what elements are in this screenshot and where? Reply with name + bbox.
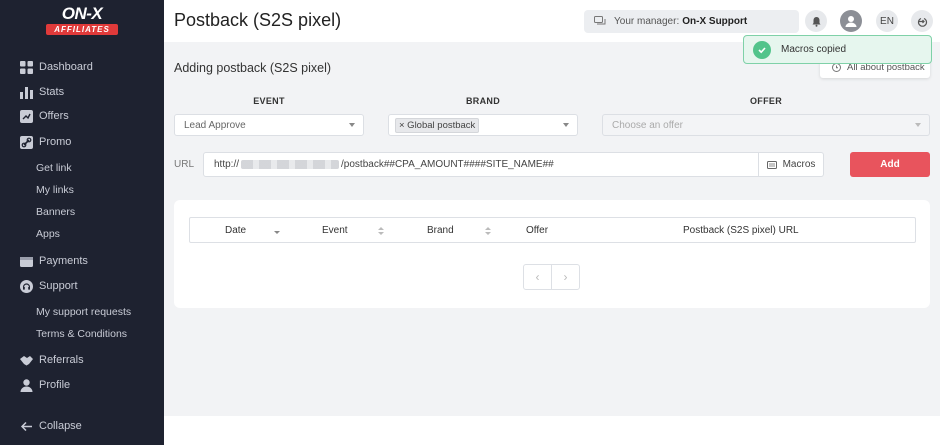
sidebar-subitem-my-links[interactable]: My links — [0, 183, 164, 196]
chevron-down-icon — [563, 123, 569, 127]
sidebar-item-label: Apps — [36, 227, 60, 240]
sidebar-item-label: Banners — [36, 205, 76, 218]
chevron-down-icon — [915, 123, 921, 127]
keyboard-icon — [766, 160, 777, 169]
sidebar-subitem-my-support-requests[interactable]: My support requests — [0, 305, 164, 318]
sidebar-item-label: Get link — [36, 161, 72, 174]
sidebar: ON-X AFFILIATES Dashboard Stats Offers P… — [0, 0, 164, 445]
toast-message: Macros copied — [781, 44, 847, 55]
sidebar-item-label: Promo — [39, 136, 72, 148]
sidebar-item-label: Dashboard — [39, 61, 93, 73]
url-label: URL — [174, 159, 195, 170]
column-postback-url: Postback (S2S pixel) URL — [683, 225, 799, 236]
chevron-down-icon — [349, 123, 355, 127]
notifications-button[interactable] — [805, 10, 827, 32]
sidebar-item-label: Referrals — [39, 354, 84, 366]
sidebar-item-label: Offers — [39, 110, 69, 122]
brand-logo[interactable]: ON-X AFFILIATES — [46, 5, 118, 39]
user-icon — [20, 378, 33, 392]
manager-name: On-X Support — [682, 16, 748, 27]
url-input[interactable]: http:// /postback##CPA_AMOUNT####SITE_NA… — [203, 152, 759, 177]
collapse-button[interactable]: Collapse — [0, 419, 164, 433]
check-circle-icon — [753, 40, 771, 59]
offer-placeholder: Choose an offer — [612, 119, 683, 131]
url-suffix: /postback##CPA_AMOUNT####SITE_NAME## — [341, 159, 554, 170]
bar-chart-icon — [20, 86, 33, 99]
section-title: Adding postback (S2S pixel) — [174, 61, 332, 75]
grid-icon — [20, 60, 33, 74]
avatar[interactable] — [840, 10, 862, 32]
logo-text: ON-X — [61, 4, 103, 23]
sidebar-subitem-get-link[interactable]: Get link — [0, 161, 164, 174]
url-prefix: http:// — [214, 159, 240, 170]
sort-icon[interactable] — [378, 226, 384, 236]
column-offer: Offer — [526, 225, 549, 236]
sidebar-item-referrals[interactable]: Referrals — [0, 353, 164, 367]
event-label: EVENT — [253, 96, 285, 106]
bell-icon — [812, 16, 820, 27]
sidebar-item-label: Profile — [39, 379, 71, 391]
brand-label: BRAND — [466, 96, 500, 106]
success-toast: Macros copied — [743, 35, 932, 64]
prev-page-button[interactable]: ‹ — [523, 264, 552, 290]
logout-icon — [917, 17, 927, 27]
language-switch[interactable]: EN — [876, 10, 898, 32]
column-brand[interactable]: Brand — [427, 225, 454, 236]
sidebar-item-stats[interactable]: Stats — [0, 85, 164, 99]
sort-icon[interactable] — [485, 226, 491, 236]
sidebar-item-payments[interactable]: Payments — [0, 254, 164, 268]
logout-button[interactable] — [911, 10, 933, 32]
sidebar-item-label: Stats — [39, 86, 65, 98]
page-title: Postback (S2S pixel) — [174, 10, 342, 30]
add-button[interactable]: Add — [850, 152, 930, 177]
sidebar-item-dashboard[interactable]: Dashboard — [0, 60, 164, 74]
offer-select[interactable]: Choose an offer — [602, 114, 930, 136]
arrow-left-icon — [20, 421, 32, 431]
sidebar-item-label: Terms & Conditions — [36, 327, 128, 340]
offer-label: OFFER — [750, 96, 782, 106]
manager-info[interactable]: Your manager: On-X Support — [584, 10, 799, 33]
event-selected-value: Lead Approve — [184, 119, 246, 131]
user-avatar-icon — [845, 16, 857, 27]
sidebar-item-profile[interactable]: Profile — [0, 378, 164, 392]
chat-icon — [594, 16, 606, 25]
brand-select[interactable]: × Global postback — [388, 114, 578, 136]
next-page-button[interactable]: › — [551, 264, 580, 290]
handshake-icon — [20, 355, 33, 365]
sidebar-item-promo[interactable]: Promo — [0, 135, 164, 149]
sidebar-subitem-apps[interactable]: Apps — [0, 227, 164, 240]
sidebar-subitem-banners[interactable]: Banners — [0, 205, 164, 218]
manager-prefix: Your manager: — [614, 16, 680, 27]
sidebar-item-label: My support requests — [36, 305, 132, 318]
column-date[interactable]: Date — [225, 225, 246, 236]
sidebar-item-label: Payments — [39, 255, 88, 267]
macros-label: Macros — [782, 159, 816, 170]
link-icon — [20, 135, 33, 149]
brand-tag[interactable]: × Global postback — [395, 117, 480, 133]
footer-area — [164, 416, 940, 445]
sidebar-item-label: My links — [36, 183, 74, 196]
event-select[interactable]: Lead Approve — [174, 114, 364, 136]
sidebar-subitem-terms[interactable]: Terms & Conditions — [0, 327, 164, 340]
logo-subtitle: AFFILIATES — [46, 24, 118, 35]
wallet-icon — [20, 256, 33, 267]
offers-icon — [20, 109, 33, 123]
table-header: Date Event Brand Offer Postback (S2S pix… — [189, 217, 916, 243]
collapse-label: Collapse — [39, 420, 82, 432]
column-event[interactable]: Event — [322, 225, 348, 236]
redacted-domain — [241, 160, 340, 169]
clock-icon — [832, 63, 841, 72]
sort-desc-icon[interactable] — [274, 228, 280, 238]
sidebar-item-label: Support — [39, 280, 78, 292]
sidebar-item-support[interactable]: Support — [0, 279, 164, 293]
headset-icon — [20, 279, 33, 293]
macros-button[interactable]: Macros — [759, 152, 824, 177]
sidebar-item-offers[interactable]: Offers — [0, 109, 164, 123]
